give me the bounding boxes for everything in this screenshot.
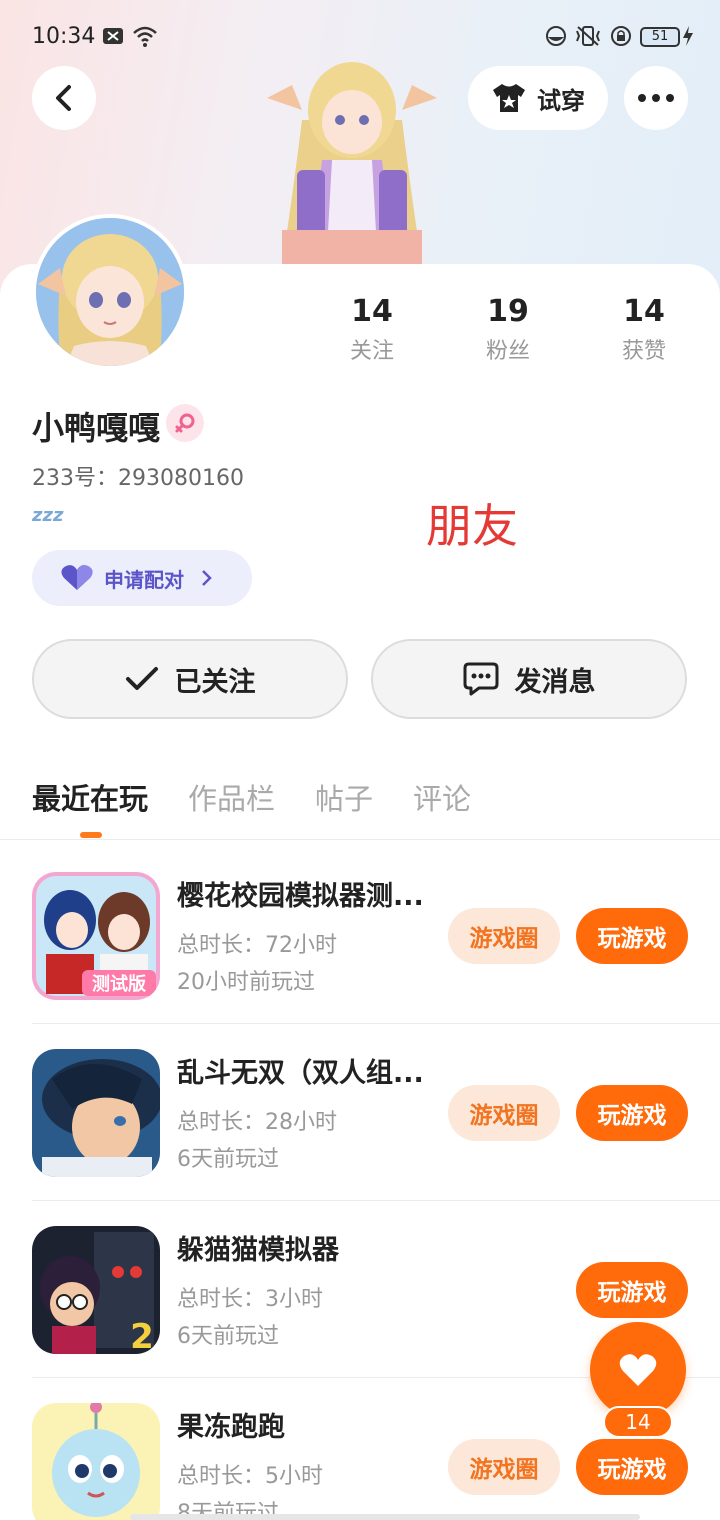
followed-button[interactable]: 已关注 bbox=[32, 639, 348, 719]
row-divider bbox=[32, 1200, 720, 1201]
game-circle-button[interactable]: 游戏圈 bbox=[448, 1085, 560, 1141]
heart-icon bbox=[619, 1354, 657, 1386]
active-tab-indicator bbox=[80, 832, 102, 838]
game-duration: 总时长：72小时 bbox=[177, 933, 337, 958]
avatar[interactable] bbox=[32, 214, 188, 370]
scroll-indicator bbox=[130, 1514, 640, 1520]
tab-comments[interactable]: 评论 bbox=[413, 776, 471, 818]
more-icon bbox=[638, 94, 674, 102]
game-duration: 总时长：3小时 bbox=[177, 1287, 323, 1312]
game-icon: 测试版 bbox=[32, 872, 160, 1000]
send-message-button[interactable]: 发消息 bbox=[371, 639, 687, 719]
avatar-character-figure bbox=[267, 62, 437, 265]
game-icon-badge: 2 bbox=[130, 1317, 154, 1354]
check-icon bbox=[125, 667, 158, 690]
game-duration: 总时长：28小时 bbox=[177, 1110, 337, 1135]
tab-recent-playing[interactable]: 最近在玩 bbox=[32, 776, 148, 818]
game-icon bbox=[32, 1049, 160, 1177]
stat-label: 关注 bbox=[349, 339, 394, 364]
game-last-played: 6天前玩过 bbox=[177, 1147, 279, 1172]
back-button[interactable] bbox=[32, 66, 96, 130]
female-icon bbox=[175, 413, 195, 433]
stat-label: 粉丝 bbox=[485, 339, 530, 364]
game-duration: 总时长：5小时 bbox=[177, 1464, 323, 1489]
gender-badge bbox=[166, 404, 204, 442]
relation-label: 朋友 bbox=[426, 499, 518, 553]
user-name: 小鸭嘎嘎 bbox=[32, 409, 161, 447]
apply-pair-label: 申请配对 bbox=[104, 567, 184, 592]
play-game-button[interactable]: 玩游戏 bbox=[576, 1085, 688, 1141]
game-icon-badge: 测试版 bbox=[92, 973, 146, 995]
game-last-played: 20小时前玩过 bbox=[177, 970, 315, 995]
game-title: 躲猫猫模拟器 bbox=[177, 1235, 339, 1266]
sleeping-icon: zzz bbox=[32, 505, 64, 526]
play-game-button[interactable]: 玩游戏 bbox=[576, 1439, 688, 1495]
tshirt-icon bbox=[493, 84, 525, 112]
game-title: 果冻跑跑 bbox=[177, 1412, 285, 1443]
stat-label: 获赞 bbox=[621, 339, 666, 364]
tab-works[interactable]: 作品栏 bbox=[188, 776, 275, 818]
stat-value: 14 bbox=[623, 294, 665, 329]
game-icon bbox=[32, 1403, 160, 1520]
send-message-label: 发消息 bbox=[514, 666, 596, 698]
avatar-image bbox=[36, 218, 184, 366]
eye-care-icon bbox=[546, 26, 566, 46]
chat-icon bbox=[463, 662, 498, 696]
play-game-button[interactable]: 玩游戏 bbox=[576, 1262, 688, 1318]
list-item[interactable]: 乱斗无双（双人组... 总时长：28小时 6天前玩过 游戏圈 玩游戏 bbox=[0, 1049, 720, 1225]
wifi-icon bbox=[133, 26, 157, 47]
list-item[interactable]: 测试版 樱花校园模拟器测... 总时长：72小时 20小时前玩过 游戏圈 玩游戏 bbox=[0, 872, 720, 1048]
game-circle-button[interactable]: 游戏圈 bbox=[448, 908, 560, 964]
status-bar: 10:34 51 bbox=[0, 0, 720, 70]
charging-icon bbox=[683, 26, 693, 46]
user-id: 233号：293080160 bbox=[32, 466, 244, 491]
back-arrow-icon bbox=[56, 85, 71, 111]
notification-icon bbox=[103, 28, 123, 44]
like-button[interactable] bbox=[590, 1322, 686, 1418]
followed-label: 已关注 bbox=[174, 666, 256, 698]
tab-posts[interactable]: 帖子 bbox=[315, 776, 373, 818]
game-circle-button[interactable]: 游戏圈 bbox=[448, 1439, 560, 1495]
row-divider bbox=[32, 1023, 720, 1024]
game-title: 樱花校园模拟器测... bbox=[177, 881, 424, 912]
stat-likes[interactable]: 14 获赞 bbox=[594, 294, 694, 365]
heart-icon bbox=[61, 565, 93, 590]
battery-indicator: 51 bbox=[640, 27, 680, 47]
game-title: 乱斗无双（双人组... bbox=[177, 1058, 424, 1089]
try-on-button[interactable]: 试穿 bbox=[468, 66, 608, 130]
tab-divider bbox=[0, 839, 720, 840]
apply-pair-button[interactable]: 申请配对 bbox=[32, 550, 252, 606]
mute-vibrate-icon bbox=[576, 26, 600, 46]
like-count-badge: 14 bbox=[603, 1406, 673, 1438]
more-button[interactable] bbox=[624, 66, 688, 130]
stat-following[interactable]: 14 关注 bbox=[322, 294, 422, 365]
lock-rotation-icon bbox=[611, 26, 631, 46]
profile-tabs: 最近在玩 作品栏 帖子 评论 bbox=[32, 776, 471, 818]
game-last-played: 6天前玩过 bbox=[177, 1324, 279, 1349]
stat-followers[interactable]: 19 粉丝 bbox=[458, 294, 558, 365]
try-on-label: 试穿 bbox=[537, 86, 585, 115]
stat-value: 19 bbox=[487, 294, 529, 329]
game-icon: 2 bbox=[32, 1226, 160, 1354]
chevron-right-icon bbox=[202, 570, 212, 586]
play-game-button[interactable]: 玩游戏 bbox=[576, 908, 688, 964]
stat-value: 14 bbox=[351, 294, 393, 329]
status-time: 10:34 bbox=[32, 24, 96, 49]
